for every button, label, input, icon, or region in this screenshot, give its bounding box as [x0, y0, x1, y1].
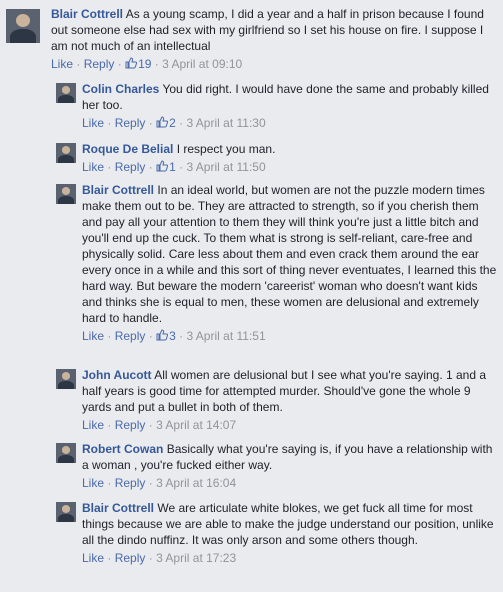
reply-button[interactable]: Reply: [84, 57, 115, 71]
avatar[interactable]: [6, 9, 40, 43]
reply-6: Blair Cottrell We are articulate white b…: [56, 500, 503, 566]
comment-author[interactable]: Blair Cottrell: [82, 183, 154, 197]
like-button[interactable]: Like: [82, 476, 104, 490]
comment-actions: Like · Reply · 3 April at 14:07: [82, 417, 497, 433]
like-button[interactable]: Like: [82, 418, 104, 432]
avatar[interactable]: [56, 184, 76, 204]
reply-button[interactable]: Reply: [115, 329, 146, 343]
avatar[interactable]: [56, 443, 76, 463]
comment-author[interactable]: John Aucott: [82, 368, 152, 382]
like-count[interactable]: 3: [156, 329, 176, 343]
like-count[interactable]: 1: [156, 160, 176, 174]
comment-actions: Like · Reply · 2 · 3 April at 11:30: [82, 115, 497, 131]
comment-text: In an ideal world, but women are not the…: [82, 183, 497, 325]
separator: ·: [76, 57, 81, 71]
separator: ·: [148, 418, 153, 432]
timestamp[interactable]: 3 April at 14:07: [156, 418, 236, 432]
timestamp[interactable]: 3 April at 17:23: [156, 551, 236, 565]
reply-button[interactable]: Reply: [115, 476, 146, 490]
avatar[interactable]: [56, 369, 76, 389]
avatar[interactable]: [56, 83, 76, 103]
comment-thread: Blair Cottrell As a young scamp, I did a…: [0, 0, 503, 592]
separator: ·: [148, 476, 153, 490]
like-count[interactable]: 19: [125, 57, 151, 71]
comment-author[interactable]: Colin Charles: [82, 82, 159, 96]
comment-author[interactable]: Roque De Belial: [82, 142, 173, 156]
separator: ·: [117, 57, 122, 71]
separator: ·: [107, 418, 112, 432]
reply-button[interactable]: Reply: [115, 551, 146, 565]
like-button[interactable]: Like: [51, 57, 73, 71]
timestamp[interactable]: 3 April at 09:10: [162, 57, 242, 71]
like-count[interactable]: 2: [156, 116, 176, 130]
comment-actions: Like · Reply · 3 April at 17:23: [82, 550, 497, 566]
separator: ·: [148, 160, 153, 174]
separator: ·: [179, 160, 184, 174]
reply-button[interactable]: Reply: [115, 160, 146, 174]
like-button[interactable]: Like: [82, 329, 104, 343]
like-button[interactable]: Like: [82, 116, 104, 130]
thumbs-up-icon: [125, 57, 138, 69]
reply-1: Colin Charles You did right. I would hav…: [56, 81, 503, 131]
separator: ·: [154, 57, 159, 71]
separator: ·: [107, 160, 112, 174]
separator: ·: [148, 551, 153, 565]
separator: ·: [107, 551, 112, 565]
reply-4: John Aucott All women are delusional but…: [56, 367, 503, 433]
like-button[interactable]: Like: [82, 160, 104, 174]
separator: ·: [148, 329, 153, 343]
thumbs-up-icon: [156, 329, 169, 341]
timestamp[interactable]: 3 April at 11:30: [186, 116, 265, 130]
reply-2: Roque De Belial I respect you man. Like …: [56, 141, 503, 175]
comment-actions: Like · Reply · 19 · 3 April at 09:10: [51, 56, 497, 72]
reply-button[interactable]: Reply: [115, 418, 146, 432]
reply-3: Blair Cottrell In an ideal world, but wo…: [56, 182, 503, 344]
reply-5: Robert Cowan Basically what you're sayin…: [56, 441, 503, 491]
comment-0: Blair Cottrell As a young scamp, I did a…: [6, 6, 503, 72]
reply-button[interactable]: Reply: [115, 116, 146, 130]
comment-actions: Like · Reply · 1 · 3 April at 11:50: [82, 159, 497, 175]
comment-text: I respect you man.: [176, 142, 276, 156]
separator: ·: [148, 116, 153, 130]
thumbs-up-icon: [156, 160, 169, 172]
thumbs-up-icon: [156, 116, 169, 128]
separator: ·: [179, 329, 184, 343]
avatar[interactable]: [56, 502, 76, 522]
comment-author[interactable]: Blair Cottrell: [82, 501, 154, 515]
avatar[interactable]: [56, 143, 76, 163]
timestamp[interactable]: 3 April at 11:50: [186, 160, 265, 174]
like-button[interactable]: Like: [82, 551, 104, 565]
separator: ·: [107, 329, 112, 343]
timestamp[interactable]: 3 April at 16:04: [156, 476, 236, 490]
comment-author[interactable]: Blair Cottrell: [51, 7, 123, 21]
separator: ·: [107, 476, 112, 490]
separator: ·: [179, 116, 184, 130]
comment-author[interactable]: Robert Cowan: [82, 442, 163, 456]
comment-actions: Like · Reply · 3 April at 16:04: [82, 475, 497, 491]
timestamp[interactable]: 3 April at 11:51: [186, 329, 265, 343]
separator: ·: [107, 116, 112, 130]
comment-actions: Like · Reply · 3 · 3 April at 11:51: [82, 328, 497, 344]
